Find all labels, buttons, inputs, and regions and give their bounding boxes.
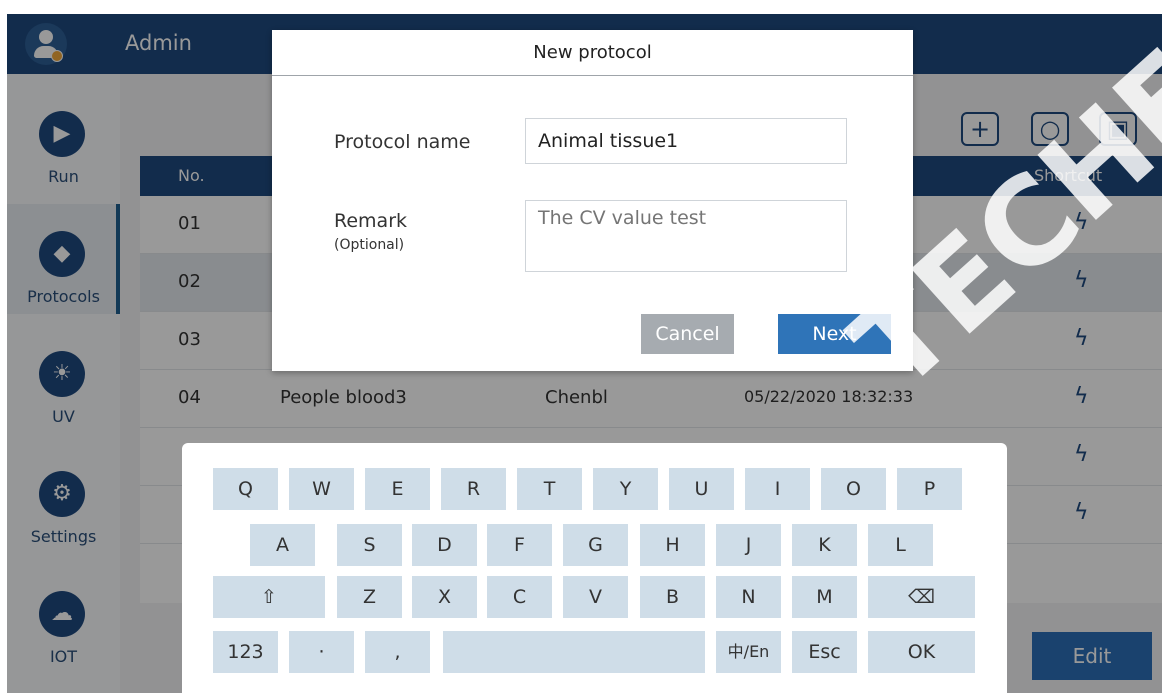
new-protocol-dialog: New protocol Protocol name Remark (Optio… (272, 30, 913, 371)
remark-textarea[interactable] (525, 200, 847, 272)
key-b[interactable]: B (640, 576, 705, 618)
key-p[interactable]: P (897, 468, 962, 510)
protocol-name-label: Protocol name (334, 131, 471, 153)
language-toggle-key[interactable]: 中/En (716, 631, 781, 673)
key-s[interactable]: S (337, 524, 402, 566)
dialog-title: New protocol (272, 30, 913, 76)
shift-key[interactable]: ⇧ (213, 576, 325, 618)
key-c[interactable]: C (487, 576, 552, 618)
key-x[interactable]: X (412, 576, 477, 618)
key-g[interactable]: G (563, 524, 628, 566)
onscreen-keyboard: Q W E R T Y U I O P A S D F G H J K L ⇧ … (182, 443, 1007, 693)
next-button[interactable]: Next (778, 314, 891, 354)
space-key[interactable] (443, 631, 705, 673)
dot-key[interactable]: · (289, 631, 354, 673)
key-o[interactable]: O (821, 468, 886, 510)
key-e[interactable]: E (365, 468, 430, 510)
key-i[interactable]: I (745, 468, 810, 510)
key-j[interactable]: J (716, 524, 781, 566)
numbers-key[interactable]: 123 (213, 631, 278, 673)
key-y[interactable]: Y (593, 468, 658, 510)
key-t[interactable]: T (517, 468, 582, 510)
cancel-button[interactable]: Cancel (641, 314, 734, 354)
esc-key[interactable]: Esc (792, 631, 857, 673)
key-f[interactable]: F (487, 524, 552, 566)
key-d[interactable]: D (412, 524, 477, 566)
key-k[interactable]: K (792, 524, 857, 566)
key-w[interactable]: W (289, 468, 354, 510)
key-z[interactable]: Z (337, 576, 402, 618)
ok-key[interactable]: OK (868, 631, 975, 673)
key-v[interactable]: V (563, 576, 628, 618)
key-l[interactable]: L (868, 524, 933, 566)
backspace-key[interactable]: ⌫ (868, 576, 975, 618)
key-u[interactable]: U (669, 468, 734, 510)
comma-key[interactable]: , (365, 631, 430, 673)
remark-optional-label: (Optional) (334, 237, 405, 253)
key-q[interactable]: Q (213, 468, 278, 510)
key-n[interactable]: N (716, 576, 781, 618)
remark-label: Remark (334, 210, 408, 232)
key-r[interactable]: R (441, 468, 506, 510)
key-m[interactable]: M (792, 576, 857, 618)
app-window: Admin ▶ Run ◆ Protocols ☀ UV ⚙ Settings … (7, 14, 1162, 693)
key-a[interactable]: A (250, 524, 315, 566)
key-h[interactable]: H (640, 524, 705, 566)
protocol-name-input[interactable] (525, 118, 847, 164)
